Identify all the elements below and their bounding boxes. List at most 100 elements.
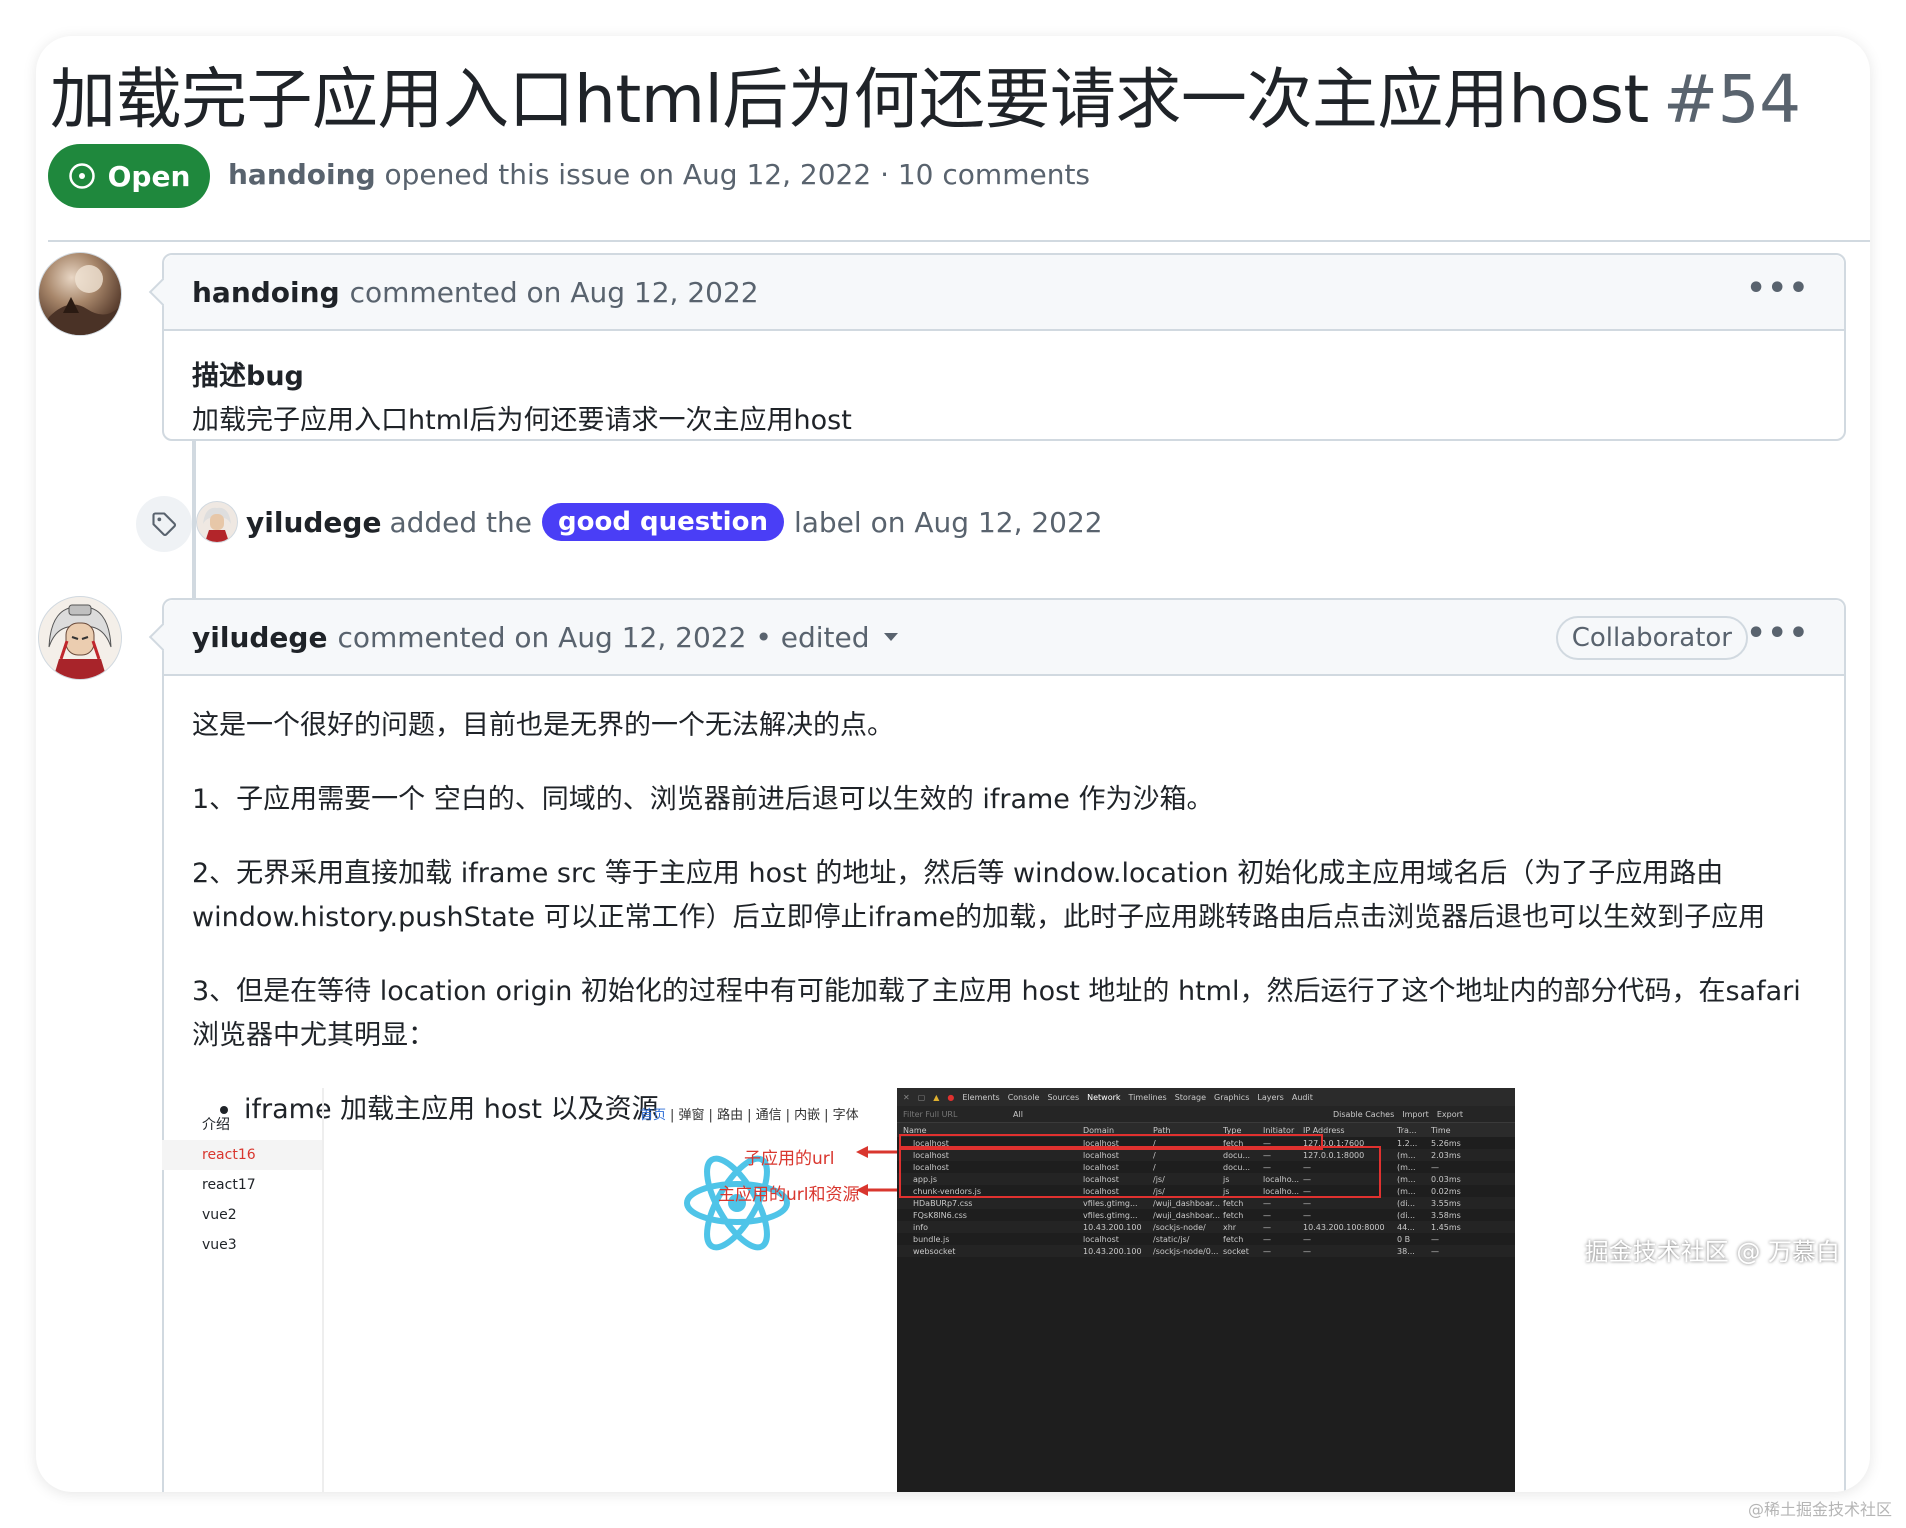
network-cell: /sockjs-node/0... xyxy=(1153,1246,1219,1256)
devtools-tab[interactable]: Storage xyxy=(1175,1093,1206,1102)
paragraph: 1、子应用需要一个 空白的、同域的、浏览器前进后退可以生效的 iframe 作为… xyxy=(192,784,1214,815)
comment-author[interactable]: yiludege xyxy=(192,621,327,654)
filter-type-select[interactable]: All xyxy=(1013,1110,1333,1119)
devtools-tab[interactable]: Network xyxy=(1087,1093,1120,1102)
comment-options-icon[interactable]: ••• xyxy=(1746,271,1810,306)
network-row[interactable]: HDaBURp7.css vfiles.gtimg... /wuji_dashboa… xyxy=(897,1197,1515,1209)
network-cell: HDaBURp7.css xyxy=(913,1198,973,1208)
issue-author-link[interactable]: handoing xyxy=(228,158,376,191)
label-event: yiludege added the good question label o… xyxy=(196,496,1103,548)
network-row[interactable]: websocket 10.43.200.100/sockjs-node/0... s… xyxy=(897,1245,1515,1257)
comment-meta: commented on Aug 12, 2022 • edited xyxy=(337,620,870,654)
open-status-badge: Open xyxy=(48,144,210,208)
devtools-tab[interactable]: Timelines xyxy=(1129,1093,1167,1102)
network-cell: (di... xyxy=(1397,1210,1416,1220)
main-app-url-annotation: 主应用的url和资源 xyxy=(718,1185,860,1205)
open-status-label: Open xyxy=(107,159,191,193)
demo-top-link: 弹窗 xyxy=(678,1108,705,1123)
network-cell: FQsK8lN6.css xyxy=(913,1210,967,1220)
avatar-yiludege[interactable] xyxy=(38,596,122,680)
bug-heading: 描述bug xyxy=(192,361,304,392)
network-row[interactable]: bundle.js localhost/static/js/fetch — — 0 B — xyxy=(897,1233,1515,1245)
comment-header: yiludege commented on Aug 12, 2022 • edi… xyxy=(164,600,1844,676)
highlight-main-url xyxy=(899,1146,1381,1198)
devtools-dock-icon[interactable]: ▢ xyxy=(918,1093,926,1102)
tag-icon xyxy=(152,512,177,537)
network-cell: — xyxy=(1431,1162,1439,1172)
devtools-filter-bar: Filter Full URL All Disable Caches Impor… xyxy=(897,1106,1515,1123)
network-cell: 3.58ms xyxy=(1431,1210,1461,1220)
comment-header: handoing commented on Aug 12, 2022 ••• xyxy=(164,255,1844,331)
network-cell: /static/js/ xyxy=(1153,1234,1190,1244)
network-row[interactable]: info 10.43.200.100/sockjs-node/xhr — 10.43.… xyxy=(897,1221,1515,1233)
import-button[interactable]: Import xyxy=(1402,1110,1429,1119)
filter-url-input[interactable]: Filter Full URL xyxy=(903,1110,1013,1119)
bug-description: 加载完子应用入口html后为何还要请求一次主应用host xyxy=(192,405,852,436)
network-row[interactable]: FQsK8lN6.css vfiles.gtimg... /wuji_dashboa… xyxy=(897,1209,1515,1221)
devtools-tab[interactable]: Sources xyxy=(1047,1093,1079,1102)
network-cell: /wuji_dashboar... xyxy=(1153,1210,1221,1220)
network-cell: — xyxy=(1263,1246,1271,1256)
network-cell: bundle.js xyxy=(913,1234,950,1244)
network-cell: — xyxy=(1303,1198,1311,1208)
avatar-yiludege-small-image xyxy=(203,507,231,542)
comment-handoing: handoing commented on Aug 12, 2022 ••• 描… xyxy=(148,253,1846,441)
comment-options-icon[interactable]: ••• xyxy=(1746,616,1810,651)
network-cell: (m... xyxy=(1397,1186,1416,1196)
avatar-handoing-image xyxy=(39,265,119,335)
good-question-label[interactable]: good question xyxy=(542,503,784,541)
red-arrows xyxy=(856,1146,898,1196)
paragraph: 2、无界采用直接加载 iframe src 等于主应用 host 的地址，然后等… xyxy=(192,858,1766,933)
error-icon: ● xyxy=(947,1092,955,1102)
comment-body: 这是一个很好的问题，目前也是无界的一个无法解决的点。 1、子应用需要一个 空白的… xyxy=(164,676,1845,1158)
header-divider xyxy=(48,240,1870,242)
network-cell: fetch xyxy=(1223,1210,1244,1220)
network-cell: 10.43.200.100:8000 xyxy=(1303,1222,1385,1232)
export-button[interactable]: Export xyxy=(1437,1110,1463,1119)
network-cell: vfiles.gtimg... xyxy=(1083,1210,1138,1220)
devtools-tab[interactable]: Graphics xyxy=(1214,1093,1249,1102)
demo-top-nav: 首页 | 弹窗 | 路由 | 通信 | 内嵌 | 字体 xyxy=(640,1108,859,1123)
disable-caches-toggle[interactable]: Disable Caches xyxy=(1333,1110,1394,1119)
network-cell: — xyxy=(1263,1222,1271,1232)
network-cell: vfiles.gtimg... xyxy=(1083,1198,1138,1208)
network-cell: xhr xyxy=(1223,1222,1237,1232)
col-time[interactable]: Time xyxy=(1431,1126,1471,1135)
issue-title-text: 加载完子应用入口html后为何还要请求一次主应用host xyxy=(50,61,1649,138)
network-cell: 1.2... xyxy=(1397,1138,1418,1148)
demo-top-link: 内嵌 xyxy=(794,1108,821,1123)
avatar-yiludege-image xyxy=(48,604,112,679)
network-cell: — xyxy=(1431,1246,1439,1256)
demo-nav-item: 介绍 xyxy=(202,1117,230,1133)
watermark: 掘金技术社区 @ 万慕白 xyxy=(1584,1238,1840,1266)
devtools-tab[interactable]: Audit xyxy=(1292,1093,1313,1102)
network-cell: 1.45ms xyxy=(1431,1222,1461,1232)
event-text-before: added the xyxy=(389,505,533,539)
avatar-handoing[interactable] xyxy=(38,252,122,336)
devtools-network-panel: ✕ ▢ ▲ ● Elements Console Sources Network… xyxy=(897,1088,1515,1492)
issue-meta: handoing opened this issue on Aug 12, 20… xyxy=(228,158,1090,191)
avatar-yiludege-small[interactable] xyxy=(196,501,238,543)
network-cell: (m... xyxy=(1397,1162,1416,1172)
devtools-tab[interactable]: Elements xyxy=(962,1093,999,1102)
col-transfer[interactable]: Tra... xyxy=(1397,1126,1431,1135)
edited-dropdown-icon[interactable] xyxy=(883,633,898,641)
comment-author[interactable]: handoing xyxy=(192,276,340,309)
sub-app-url-annotation: 子应用的url xyxy=(744,1149,835,1169)
network-cell: 38... xyxy=(1397,1246,1415,1256)
demo-top-link: 通信 xyxy=(755,1108,782,1123)
devtools-close-icon[interactable]: ✕ xyxy=(903,1093,910,1102)
comment-meta: commented on Aug 12, 2022 xyxy=(349,275,759,309)
event-actor[interactable]: yiludege xyxy=(246,506,381,539)
comment-body: 描述bug 加载完子应用入口html后为何还要请求一次主应用host xyxy=(164,331,1844,469)
network-cell: 5.26ms xyxy=(1431,1138,1461,1148)
devtools-tab[interactable]: Layers xyxy=(1257,1093,1283,1102)
network-cell: 3.55ms xyxy=(1431,1198,1461,1208)
demo-nav-item: vue2 xyxy=(202,1207,237,1223)
devtools-tab[interactable]: Console xyxy=(1008,1093,1040,1102)
network-cell: — xyxy=(1303,1210,1311,1220)
network-cell: fetch xyxy=(1223,1198,1244,1208)
issue-open-icon xyxy=(68,163,95,189)
demo-side-nav: 介绍 react16 react17 vue2 vue3 xyxy=(162,1088,324,1492)
network-cell: info xyxy=(913,1222,929,1232)
